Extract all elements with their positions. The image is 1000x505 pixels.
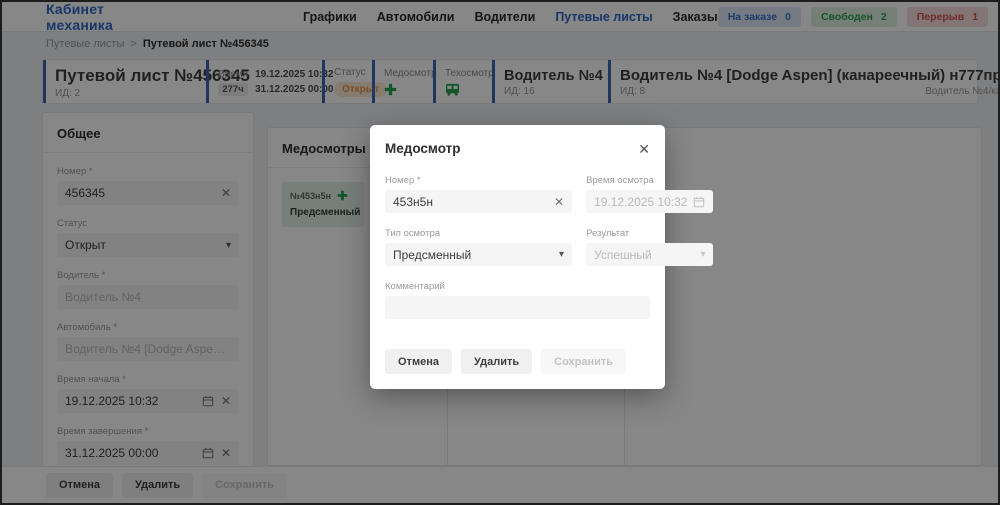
modal-result-caret-icon: ▾ bbox=[700, 249, 705, 260]
modal-comment-field: Комментарий bbox=[385, 281, 650, 319]
modal-clear-number-icon[interactable]: ✕ bbox=[554, 196, 564, 208]
med-exam-modal: Медосмотр ✕ Номер * ✕ Время осмотра 19.1… bbox=[370, 125, 665, 389]
modal-time-input: 19.12.2025 10:32 bbox=[594, 195, 687, 209]
modal-number-label: Номер * bbox=[385, 175, 572, 186]
modal-title: Медосмотр bbox=[385, 141, 460, 156]
modal-result-select: Успешный ▾ bbox=[586, 243, 713, 266]
modal-type-caret-icon: ▾ bbox=[559, 249, 564, 260]
modal-close-icon[interactable]: ✕ bbox=[638, 142, 650, 156]
app-window: Кабинет механика Графики Автомобили Води… bbox=[0, 0, 1000, 505]
modal-result-field: Результат Успешный ▾ bbox=[586, 228, 713, 266]
modal-result-label: Результат bbox=[586, 228, 713, 239]
modal-number-field: Номер * ✕ bbox=[385, 175, 572, 213]
modal-save-button[interactable]: Сохранить bbox=[541, 349, 626, 374]
modal-type-label: Тип осмотра bbox=[385, 228, 572, 239]
modal-time-field: Время осмотра 19.12.2025 10:32 bbox=[586, 175, 713, 213]
modal-delete-button[interactable]: Удалить bbox=[461, 349, 532, 374]
modal-type-value: Предсменный bbox=[393, 248, 553, 262]
modal-cancel-button[interactable]: Отмена bbox=[385, 349, 452, 374]
modal-comment-label: Комментарий bbox=[385, 281, 650, 292]
modal-type-field: Тип осмотра Предсменный ▾ bbox=[385, 228, 572, 266]
modal-result-value: Успешный bbox=[594, 248, 694, 262]
modal-calendar-icon bbox=[693, 196, 705, 208]
modal-number-input[interactable] bbox=[393, 195, 548, 209]
modal-comment-input[interactable] bbox=[393, 301, 642, 315]
modal-type-select[interactable]: Предсменный ▾ bbox=[385, 243, 572, 266]
modal-time-label: Время осмотра bbox=[586, 175, 713, 186]
